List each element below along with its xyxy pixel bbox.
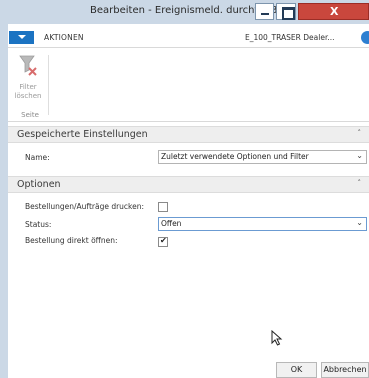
clear-filter-label-line1: Filter: [19, 83, 37, 91]
company-name: E_100_TRASER Dealer...: [245, 33, 335, 42]
section-options-title: Optionen: [17, 179, 61, 190]
status-select[interactable]: Offen ⌄: [158, 217, 367, 231]
name-select[interactable]: Zuletzt verwendete Optionen und Filter ⌄: [158, 150, 367, 164]
print-orders-checkbox[interactable]: [158, 202, 168, 212]
ribbon-group-separator: [48, 55, 49, 115]
name-label: Name:: [25, 153, 50, 162]
ok-button[interactable]: OK: [276, 362, 317, 378]
ribbon-body: Filter löschen Seite: [8, 47, 369, 122]
name-value: Zuletzt verwendete Optionen und Filter: [161, 152, 309, 161]
chevron-up-icon: ˄: [357, 179, 362, 187]
ribbon-tab-bar: AKTIONEN E_100_TRASER Dealer...: [8, 31, 369, 46]
chevron-down-icon: ⌄: [356, 151, 363, 160]
chevron-up-icon: ˄: [357, 129, 362, 137]
tab-aktionen[interactable]: AKTIONEN: [44, 33, 84, 42]
chevron-down-icon: ⌄: [356, 218, 363, 227]
section-saved-settings-title: Gespeicherte Einstellungen: [17, 129, 148, 140]
filter-clear-icon: [19, 55, 37, 76]
status-value: Offen: [161, 219, 182, 228]
ribbon-divider: [8, 47, 369, 48]
cancel-button[interactable]: Abbrechen: [321, 362, 369, 378]
print-orders-label: Bestellungen/Aufträge drucken:: [25, 202, 145, 211]
dialog-footer: OK Abbrechen: [8, 352, 369, 378]
maximize-button[interactable]: [276, 3, 296, 20]
close-button[interactable]: X: [298, 3, 369, 20]
ribbon-menu-button[interactable]: [9, 31, 34, 44]
clear-filter-label: Filter löschen: [10, 83, 46, 101]
minimize-button[interactable]: [255, 3, 274, 20]
mouse-cursor-icon: [271, 330, 283, 346]
open-order-checkbox[interactable]: ✔: [158, 236, 168, 247]
clear-filter-button[interactable]: Filter löschen Seite: [10, 53, 48, 119]
help-icon[interactable]: [361, 31, 369, 44]
dialog-window: Bearbeiten - Ereignismeld. durchf. - Bes…: [0, 0, 369, 378]
open-order-label: Bestellung direkt öffnen:: [25, 236, 118, 245]
clear-filter-label-line2: löschen: [14, 92, 42, 100]
section-options-header[interactable]: Optionen ˄: [8, 176, 369, 193]
status-label: Status:: [25, 220, 52, 229]
title-bar: Bearbeiten - Ereignismeld. durchf. - Bes…: [8, 0, 369, 24]
section-saved-settings-header[interactable]: Gespeicherte Einstellungen ˄: [8, 126, 369, 143]
ribbon-group-label: Seite: [21, 111, 39, 119]
checkmark-icon: ✔: [160, 236, 167, 245]
close-icon: X: [330, 5, 339, 18]
